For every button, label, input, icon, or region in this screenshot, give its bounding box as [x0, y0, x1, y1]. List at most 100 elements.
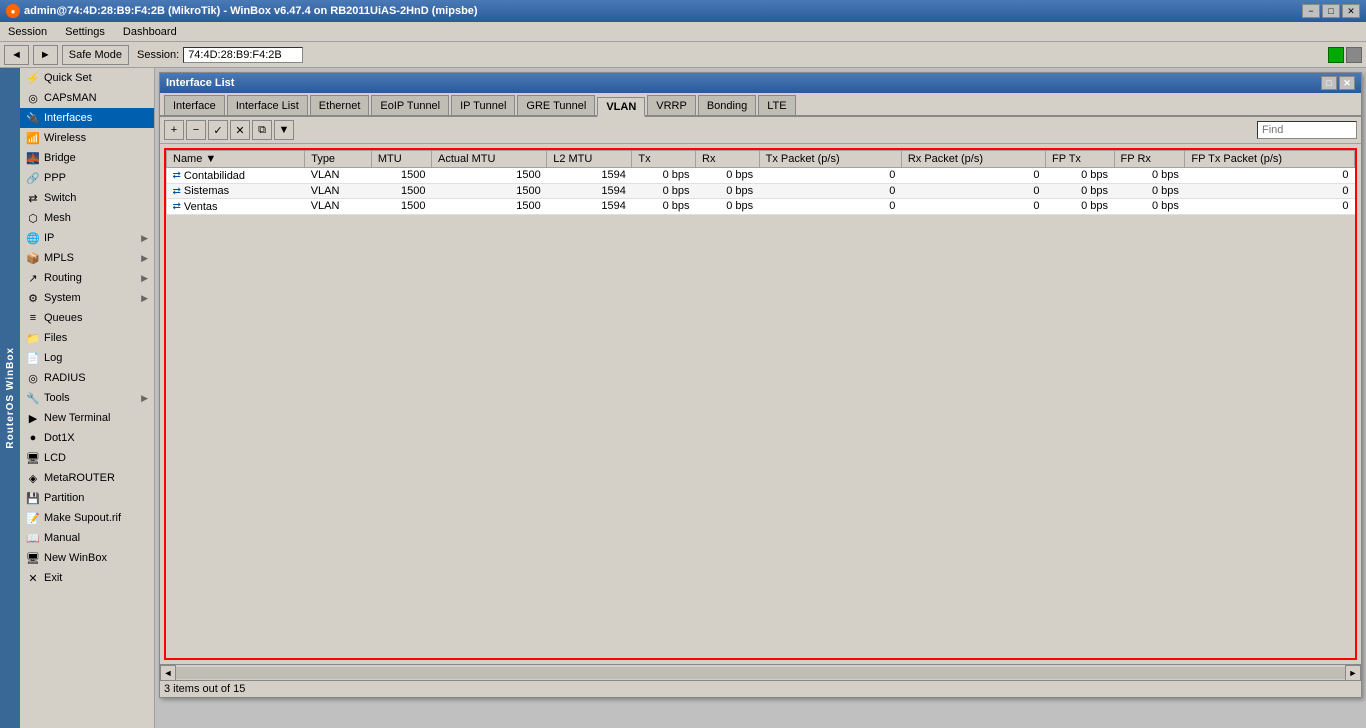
- sidebar-item-ip[interactable]: 🌐 IP ▶: [20, 228, 154, 248]
- status-bar: 3 items out of 15: [160, 680, 1361, 697]
- menu-settings[interactable]: Settings: [61, 25, 109, 39]
- cell-type: VLAN: [305, 183, 372, 199]
- sidebar-item-interfaces[interactable]: 🔌 Interfaces: [20, 108, 154, 128]
- sidebar-label-system: System: [44, 292, 81, 304]
- cell-name: ⇄Ventas: [167, 199, 305, 215]
- copy-button[interactable]: ⧉: [252, 120, 272, 140]
- table-row[interactable]: ⇄Ventas VLAN 1500 1500 1594 0 bps 0 bps …: [167, 199, 1355, 215]
- col-type[interactable]: Type: [305, 151, 372, 168]
- sidebar-item-lcd[interactable]: 🖥 LCD: [20, 448, 154, 468]
- manual-icon: 📖: [26, 531, 40, 545]
- tools-arrow-icon: ▶: [141, 393, 148, 404]
- col-tx[interactable]: Tx: [632, 151, 696, 168]
- col-fp-tx-packet[interactable]: FP Tx Packet (p/s): [1185, 151, 1355, 168]
- sidebar-item-mpls[interactable]: 📦 MPLS ▶: [20, 248, 154, 268]
- tab-gre-tunnel[interactable]: GRE Tunnel: [517, 95, 595, 115]
- sidebar-item-make-supout[interactable]: 📝 Make Supout.rif: [20, 508, 154, 528]
- horizontal-scrollbar[interactable]: ◄ ►: [160, 664, 1361, 680]
- tab-interface-list[interactable]: Interface List: [227, 95, 308, 115]
- sidebar-item-capsman[interactable]: ◎ CAPsMAN: [20, 88, 154, 108]
- safe-mode-button[interactable]: Safe Mode: [62, 45, 129, 65]
- col-fp-rx[interactable]: FP Rx: [1114, 151, 1185, 168]
- queues-icon: ≡: [26, 311, 40, 325]
- sidebar-item-queues[interactable]: ≡ Queues: [20, 308, 154, 328]
- enable-button[interactable]: ✓: [208, 120, 228, 140]
- sidebar-item-system[interactable]: ⚙ System ▶: [20, 288, 154, 308]
- sidebar-item-partition[interactable]: 💾 Partition: [20, 488, 154, 508]
- col-tx-packet[interactable]: Tx Packet (p/s): [759, 151, 901, 168]
- tab-ethernet[interactable]: Ethernet: [310, 95, 370, 115]
- tab-vrrp[interactable]: VRRP: [647, 95, 696, 115]
- sidebar-label-capsman: CAPsMAN: [44, 92, 97, 104]
- cell-fp-rx: 0 bps: [1114, 199, 1185, 215]
- tab-eoip-tunnel[interactable]: EoIP Tunnel: [371, 95, 449, 115]
- forward-button[interactable]: ►: [33, 45, 58, 65]
- sidebar-item-dot1x[interactable]: ● Dot1X: [20, 428, 154, 448]
- col-rx-packet[interactable]: Rx Packet (p/s): [901, 151, 1045, 168]
- mesh-icon: ⬡: [26, 211, 40, 225]
- col-rx[interactable]: Rx: [696, 151, 760, 168]
- metarouter-icon: ◈: [26, 471, 40, 485]
- table-container[interactable]: Name ▼ Type MTU Actual MTU L2 MTU Tx Rx …: [164, 148, 1357, 660]
- remove-button[interactable]: −: [186, 120, 206, 140]
- sidebar-label-routing: Routing: [44, 272, 82, 284]
- sidebar-item-ppp[interactable]: 🔗 PPP: [20, 168, 154, 188]
- sidebar-item-files[interactable]: 📁 Files: [20, 328, 154, 348]
- scroll-track[interactable]: [176, 667, 1345, 679]
- tab-vlan[interactable]: VLAN: [597, 97, 645, 117]
- sidebar-item-mesh[interactable]: ⬡ Mesh: [20, 208, 154, 228]
- sidebar-item-tools[interactable]: 🔧 Tools ▶: [20, 388, 154, 408]
- disable-button[interactable]: ✕: [230, 120, 250, 140]
- tab-bonding[interactable]: Bonding: [698, 95, 756, 115]
- close-button[interactable]: ✕: [1342, 4, 1360, 18]
- maximize-button[interactable]: □: [1322, 4, 1340, 18]
- col-mtu[interactable]: MTU: [371, 151, 431, 168]
- exit-icon: ✕: [26, 571, 40, 585]
- filter-button[interactable]: ▼: [274, 120, 294, 140]
- menu-dashboard[interactable]: Dashboard: [119, 25, 181, 39]
- sidebar-item-exit[interactable]: ✕ Exit: [20, 568, 154, 588]
- cell-fp-tx: 0 bps: [1045, 199, 1114, 215]
- tab-lte[interactable]: LTE: [758, 95, 795, 115]
- tab-ip-tunnel[interactable]: IP Tunnel: [451, 95, 515, 115]
- sidebar-item-radius[interactable]: ◎ RADIUS: [20, 368, 154, 388]
- routeros-label: RouterOS WinBox: [5, 347, 16, 449]
- cell-mtu: 1500: [371, 199, 431, 215]
- interfaces-icon: 🔌: [26, 111, 40, 125]
- sidebar-item-metarouter[interactable]: ◈ MetaROUTER: [20, 468, 154, 488]
- status-text: 3 items out of 15: [164, 683, 245, 695]
- scroll-right-arrow[interactable]: ►: [1345, 665, 1361, 681]
- routing-arrow-icon: ▶: [141, 273, 148, 284]
- back-button[interactable]: ◄: [4, 45, 29, 65]
- sidebar-item-quick-set[interactable]: ⚡ Quick Set: [20, 68, 154, 88]
- add-button[interactable]: +: [164, 120, 184, 140]
- search-input[interactable]: [1257, 121, 1357, 139]
- cell-actual-mtu: 1500: [432, 168, 547, 184]
- sidebar-item-log[interactable]: 📄 Log: [20, 348, 154, 368]
- col-name[interactable]: Name ▼: [167, 151, 305, 168]
- tab-interface[interactable]: Interface: [164, 95, 225, 115]
- sidebar-item-new-winbox[interactable]: 🖥 New WinBox: [20, 548, 154, 568]
- sidebar-item-new-terminal[interactable]: ▶ New Terminal: [20, 408, 154, 428]
- sidebar-item-switch[interactable]: ⇄ Switch: [20, 188, 154, 208]
- col-fp-tx[interactable]: FP Tx: [1045, 151, 1114, 168]
- col-l2-mtu[interactable]: L2 MTU: [547, 151, 632, 168]
- status-green-light: [1328, 47, 1344, 63]
- window-minimize-button[interactable]: □: [1321, 76, 1337, 90]
- table-row[interactable]: ⇄Sistemas VLAN 1500 1500 1594 0 bps 0 bp…: [167, 183, 1355, 199]
- cell-actual-mtu: 1500: [432, 199, 547, 215]
- sidebar-item-bridge[interactable]: 🌉 Bridge: [20, 148, 154, 168]
- routing-icon: ↗: [26, 271, 40, 285]
- cell-tx-packet: 0: [759, 183, 901, 199]
- scroll-left-arrow[interactable]: ◄: [160, 665, 176, 681]
- menu-session[interactable]: Session: [4, 25, 51, 39]
- window-close-button[interactable]: ✕: [1339, 76, 1355, 90]
- sidebar-item-routing[interactable]: ↗ Routing ▶: [20, 268, 154, 288]
- window-content: Interface Interface List Ethernet EoIP T…: [160, 93, 1361, 697]
- col-actual-mtu[interactable]: Actual MTU: [432, 151, 547, 168]
- minimize-button[interactable]: −: [1302, 4, 1320, 18]
- sidebar-item-wireless[interactable]: 📶 Wireless: [20, 128, 154, 148]
- sidebar-item-manual[interactable]: 📖 Manual: [20, 528, 154, 548]
- sidebar-label-metarouter: MetaROUTER: [44, 472, 115, 484]
- table-row[interactable]: ⇄Contabilidad VLAN 1500 1500 1594 0 bps …: [167, 168, 1355, 184]
